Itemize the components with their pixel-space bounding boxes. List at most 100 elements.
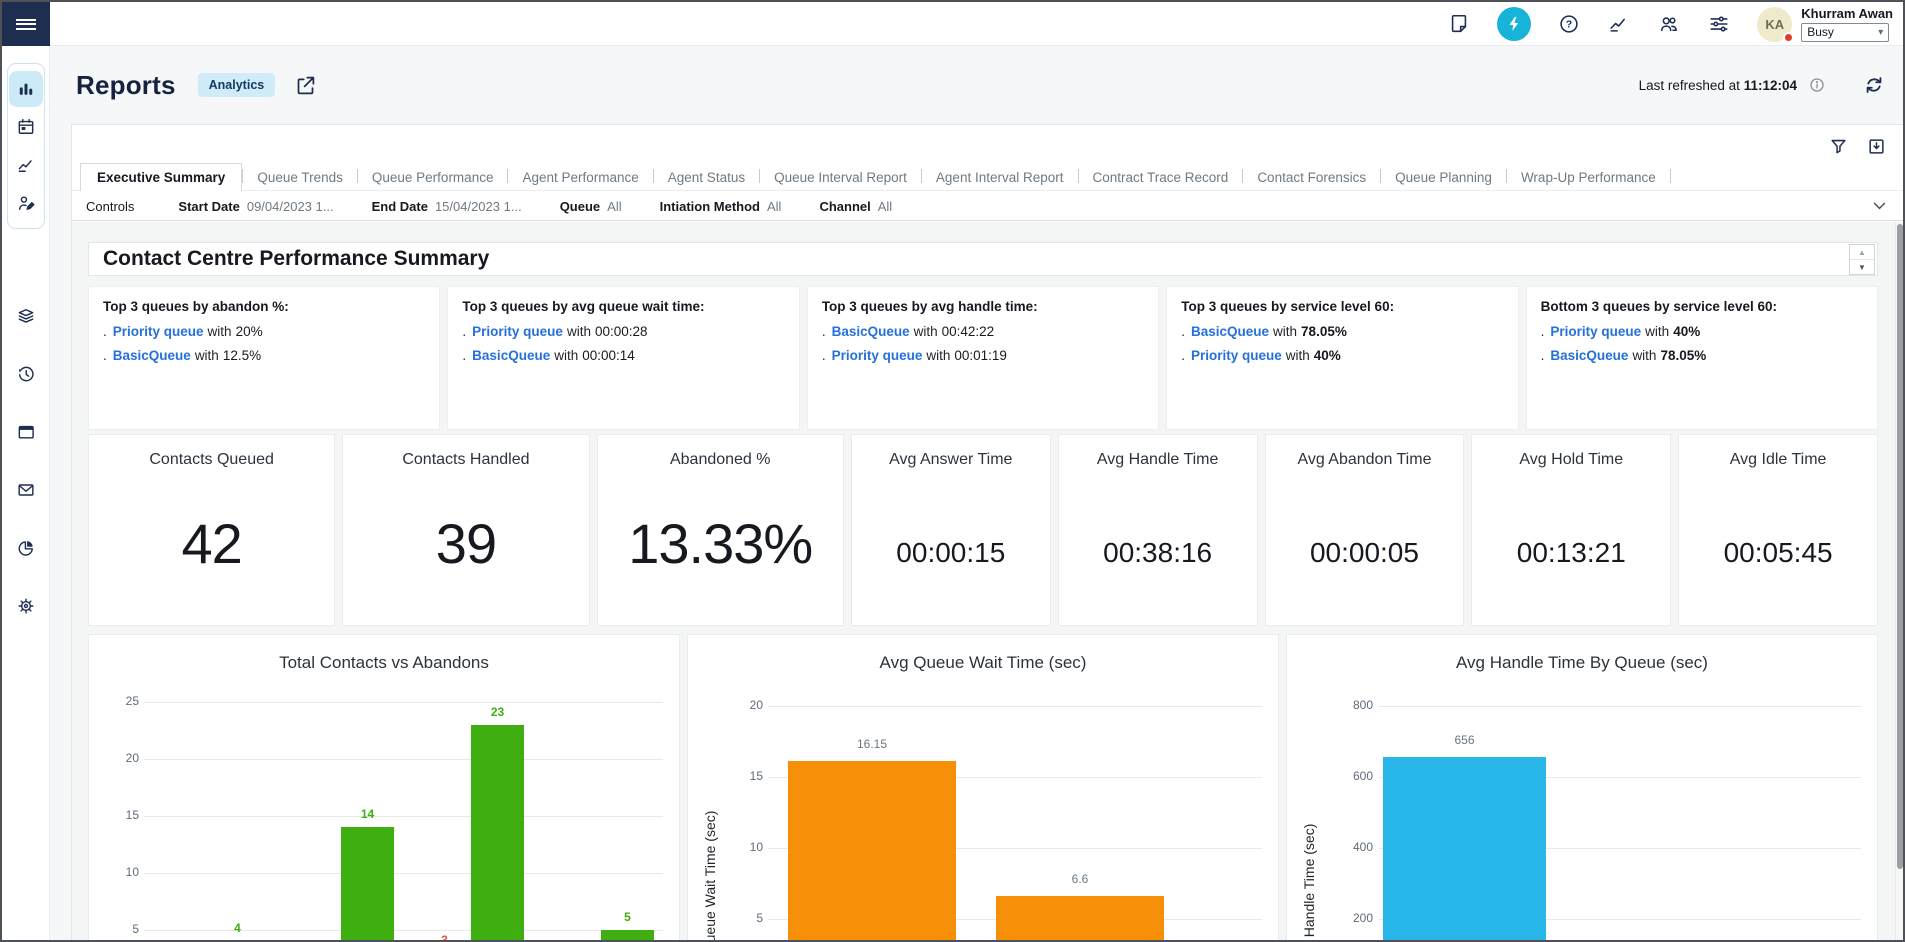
insight-item: .Priority queuewith40% xyxy=(1181,348,1503,363)
kpi-contacts-handled: Contacts Handled39 xyxy=(342,434,589,626)
chevron-down-icon: ▾ xyxy=(1878,27,1883,38)
user-block: KA Khurram Awan Busy ▾ xyxy=(1757,7,1893,42)
sidebar-item-window[interactable] xyxy=(9,414,43,450)
scroll-up-button[interactable]: ▲ xyxy=(1850,245,1874,260)
insight-card-handle-time: Top 3 queues by avg handle time: .BasicQ… xyxy=(807,286,1159,430)
metrics-icon[interactable] xyxy=(1607,12,1631,36)
help-icon[interactable]: ? xyxy=(1557,12,1581,36)
controls-collapse-chevron-icon[interactable] xyxy=(1871,197,1888,214)
tab-queue-planning[interactable]: Queue Planning xyxy=(1381,165,1506,190)
vertical-scrollbar[interactable] xyxy=(1895,222,1904,942)
flash-active-icon[interactable] xyxy=(1497,7,1531,41)
tab-agent-status[interactable]: Agent Status xyxy=(654,165,759,190)
tab-agent-interval-report[interactable]: Agent Interval Report xyxy=(922,165,1078,190)
insight-cards-row: Top 3 queues by abandon %: .Priority que… xyxy=(88,286,1878,430)
insight-card-bottom-service-level: Bottom 3 queues by service level 60: .Pr… xyxy=(1526,286,1878,430)
sidebar-item-line-chart[interactable] xyxy=(9,147,43,183)
tab-executive-summary[interactable]: Executive Summary xyxy=(80,163,242,191)
scroll-down-button[interactable]: ▼ xyxy=(1850,260,1874,274)
sidebar-item-layers[interactable] xyxy=(9,298,43,334)
insight-item: .Priority queuewith00:00:28 xyxy=(462,324,784,339)
filter-queue[interactable]: QueueAll xyxy=(560,199,622,214)
tab-wrap-up-performance[interactable]: Wrap-Up Performance xyxy=(1507,165,1670,190)
kpi-value: 00:00:05 xyxy=(1266,537,1464,569)
tab-contract-trace-record[interactable]: Contract Trace Record xyxy=(1079,165,1243,190)
top-bar: ? KA Khurram Awan Busy ▾ xyxy=(2,2,1903,46)
hamburger-menu-button[interactable] xyxy=(2,2,50,46)
status-dropdown[interactable]: Busy ▾ xyxy=(1801,23,1889,42)
chart-plot-area: 200400600800656 xyxy=(1287,635,1877,942)
filter-start-date[interactable]: Start Date09/04/2023 1... xyxy=(178,199,333,214)
filter-sliders-icon[interactable] xyxy=(1707,12,1731,36)
bar-value-label: 6.6 xyxy=(1050,872,1110,886)
chart-gridline xyxy=(768,706,1262,707)
queue-link[interactable]: Priority queue xyxy=(1191,348,1282,363)
scrollbar-thumb[interactable] xyxy=(1897,224,1903,869)
sidebar-item-calendar[interactable] xyxy=(9,109,43,145)
sidebar-item-agent-edit[interactable] xyxy=(9,185,43,221)
filter-funnel-icon[interactable] xyxy=(1828,136,1848,156)
refresh-icon[interactable] xyxy=(1863,74,1885,96)
notes-icon[interactable] xyxy=(1447,12,1471,36)
queue-link[interactable]: BasicQueue xyxy=(472,348,550,363)
chart-gridline xyxy=(144,702,663,703)
queue-link[interactable]: BasicQueue xyxy=(113,348,191,363)
y-axis-tick: 800 xyxy=(1323,698,1373,712)
queue-link[interactable]: BasicQueue xyxy=(1550,348,1628,363)
avatar[interactable]: KA xyxy=(1757,7,1792,42)
status-value: Busy xyxy=(1807,25,1834,39)
export-icon[interactable] xyxy=(1866,136,1886,156)
summary-heading: Contact Centre Performance Summary xyxy=(103,247,489,271)
sidebar-lower-group xyxy=(7,296,45,626)
queue-link[interactable]: Priority queue xyxy=(113,324,204,339)
dashboard-sheet: Contact Centre Performance Summary ▲ ▼ T… xyxy=(72,222,1904,942)
svg-text:?: ? xyxy=(1566,19,1572,31)
tab-agent-performance[interactable]: Agent Performance xyxy=(508,165,652,190)
info-icon[interactable] xyxy=(1809,77,1825,93)
chart-plot-area: 510152016.156.6 xyxy=(688,635,1278,942)
queue-link[interactable]: Priority queue xyxy=(832,348,923,363)
filter-initiation-method[interactable]: Intiation MethodAll xyxy=(660,199,782,214)
tab-queue-performance[interactable]: Queue Performance xyxy=(358,165,508,190)
external-link-icon[interactable] xyxy=(295,75,316,96)
insight-card-top-service-level: Top 3 queues by service level 60: .Basic… xyxy=(1166,286,1518,430)
bar-value-label: 14 xyxy=(338,807,398,821)
kpi-value: 00:05:45 xyxy=(1679,537,1877,569)
last-refreshed-text: Last refreshed at 11:12:04 xyxy=(1639,78,1797,93)
tab-contact-forensics[interactable]: Contact Forensics xyxy=(1243,165,1380,190)
insight-item: .BasicQueuewith78.05% xyxy=(1181,324,1503,339)
sidebar-item-mail[interactable] xyxy=(9,472,43,508)
sidebar-item-gear[interactable] xyxy=(9,588,43,624)
filter-channel[interactable]: ChannelAll xyxy=(819,199,892,214)
bar-value-label: 3 xyxy=(415,933,475,942)
chart-bar xyxy=(1383,757,1546,942)
sidebar-item-history[interactable] xyxy=(9,356,43,392)
sidebar-item-pie-chart[interactable] xyxy=(9,530,43,566)
insight-card-wait-time: Top 3 queues by avg queue wait time: .Pr… xyxy=(447,286,799,430)
sidebar-item-bar-chart[interactable] xyxy=(9,71,43,107)
insight-item: .BasicQueuewith12.5% xyxy=(103,348,425,363)
chart-gridline xyxy=(144,873,663,874)
tab-queue-interval-report[interactable]: Queue Interval Report xyxy=(760,165,921,190)
queue-link[interactable]: BasicQueue xyxy=(1191,324,1269,339)
queue-link[interactable]: Priority queue xyxy=(472,324,563,339)
insight-title: Top 3 queues by service level 60: xyxy=(1181,299,1503,314)
kpi-value: 00:38:16 xyxy=(1059,537,1257,569)
queue-link[interactable]: Priority queue xyxy=(1550,324,1641,339)
insight-item: .BasicQueuewith78.05% xyxy=(1541,348,1863,363)
y-axis-tick: 10 xyxy=(713,840,763,854)
tab-separator xyxy=(1670,169,1671,183)
y-axis-label: Avg Queue Wait Time (sec) xyxy=(702,811,718,942)
tab-queue-trends[interactable]: Queue Trends xyxy=(243,165,357,190)
queue-link[interactable]: BasicQueue xyxy=(832,324,910,339)
bar-value-label: 23 xyxy=(468,705,528,719)
insight-item: .Priority queuewith20% xyxy=(103,324,425,339)
kpi-value: 42 xyxy=(89,511,334,576)
kpi-cards-row: Contacts Queued42 Contacts Handled39 Aba… xyxy=(88,434,1878,626)
app-window: ? KA Khurram Awan Busy ▾ xyxy=(0,0,1905,942)
filter-end-date[interactable]: End Date15/04/2023 1... xyxy=(372,199,522,214)
insight-card-abandon: Top 3 queues by abandon %: .Priority que… xyxy=(88,286,440,430)
sheet-scroll-spinner: ▲ ▼ xyxy=(1849,244,1875,275)
users-icon[interactable] xyxy=(1657,12,1681,36)
panel-toolbar xyxy=(72,125,1904,163)
